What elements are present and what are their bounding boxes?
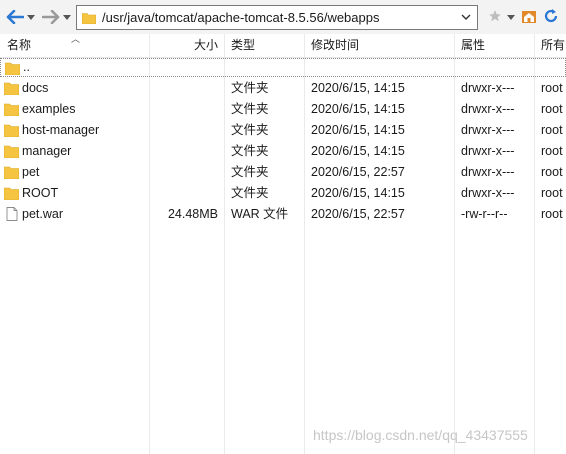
file-modified: 2020/6/15, 22:57 [311,207,405,221]
folder-icon [4,145,19,158]
file-size [150,99,218,120]
file-modified: 2020/6/15, 14:15 [311,186,405,200]
file-permissions: drwxr-x--- [461,102,515,116]
file-size [150,141,218,162]
home-icon [522,11,536,23]
bookmark-dropdown[interactable] [506,9,516,25]
file-permissions: drwxr-x--- [461,123,515,137]
back-button[interactable] [4,7,26,27]
file-name: host-manager [22,123,100,137]
folder-icon [5,62,20,75]
star-icon [489,10,501,22]
column-size[interactable]: 大小 [150,34,218,58]
file-name: pet.war [22,207,63,221]
file-name: ROOT [22,186,59,200]
file-row[interactable]: ROOT 文件夹 2020/6/15, 14:15 drwxr-x--- root [0,183,566,204]
back-history-dropdown[interactable] [26,9,36,25]
watermark: https://blog.csdn.net/qq_43437555 [313,427,528,443]
file-name: examples [22,102,76,116]
file-size [150,183,218,204]
refresh-icon [544,9,558,23]
toolbar: /usr/java/tomcat/apache-tomcat-8.5.56/we… [0,0,566,34]
file-size [150,162,218,183]
file-row[interactable]: pet 文件夹 2020/6/15, 22:57 drwxr-x--- root [0,162,566,183]
forward-dropdown-icon [63,14,71,20]
column-owner[interactable]: 所有 [541,34,565,58]
file-owner: root [541,165,563,179]
file-name: .. [23,60,30,74]
address-bar[interactable]: /usr/java/tomcat/apache-tomcat-8.5.56/we… [76,5,478,30]
file-owner: root [541,81,563,95]
column-name[interactable]: 名称 [7,34,31,58]
file-size [150,78,218,99]
file-modified: 2020/6/15, 14:15 [311,102,405,116]
chevron-down-icon [507,14,515,20]
file-row[interactable]: manager 文件夹 2020/6/15, 14:15 drwxr-x--- root [0,141,566,162]
chevron-down-icon[interactable] [461,12,471,22]
file-modified: 2020/6/15, 14:15 [311,123,405,137]
file-icon [6,207,18,221]
file-size [150,120,218,141]
file-type: 文件夹 [231,102,269,116]
file-modified: 2020/6/15, 22:57 [311,165,405,179]
parent-directory-row[interactable]: .. [0,58,566,77]
file-permissions: -rw-r--r-- [461,207,508,221]
file-permissions: drwxr-x--- [461,81,515,95]
address-path[interactable]: /usr/java/tomcat/apache-tomcat-8.5.56/we… [102,10,379,25]
file-owner: root [541,207,563,221]
file-owner: root [541,102,563,116]
folder-icon [4,166,19,179]
folder-icon [82,12,96,24]
file-row[interactable]: examples 文件夹 2020/6/15, 14:15 drwxr-x--- roo… [0,99,566,120]
column-permissions[interactable]: 属性 [461,34,485,58]
folder-icon [4,187,19,200]
file-row[interactable]: docs 文件夹 2020/6/15, 14:15 drwxr-x--- root [0,78,566,99]
forward-history-dropdown[interactable] [62,9,72,25]
file-name: manager [22,144,72,158]
file-name: pet [22,165,40,179]
file-permissions: drwxr-x--- [461,144,515,158]
file-type: 文件夹 [231,81,269,95]
file-type: 文件夹 [231,186,269,200]
bookmark-button[interactable] [487,8,503,24]
file-type: 文件夹 [231,144,269,158]
file-modified: 2020/6/15, 14:15 [311,81,405,95]
home-button[interactable] [521,8,537,24]
file-row[interactable]: pet.war 24.48MB WAR 文件 2020/6/15, 22:57 -rw-… [0,204,566,225]
file-permissions: drwxr-x--- [461,165,515,179]
file-type: 文件夹 [231,123,269,137]
file-row[interactable]: host-manager 文件夹 2020/6/15, 14:15 drwxr-x--… [0,120,566,141]
folder-icon [4,103,19,116]
refresh-button[interactable] [543,8,559,24]
file-type: WAR 文件 [231,207,289,221]
file-permissions: drwxr-x--- [461,186,515,200]
file-owner: root [541,186,563,200]
file-modified: 2020/6/15, 14:15 [311,144,405,158]
file-owner: root [541,144,563,158]
column-type[interactable]: 类型 [231,34,255,58]
file-name: docs [22,81,49,95]
forward-button[interactable] [40,7,62,27]
forward-arrow-icon [42,10,60,24]
file-size: 24.48MB [167,207,218,221]
column-modified[interactable]: 修改时间 [311,34,359,58]
folder-icon [4,124,19,137]
column-header: 名称 ︿ 大小 类型 修改时间 属性 所有 [0,34,566,58]
folder-icon [4,82,19,95]
back-arrow-icon [6,10,24,24]
sort-ascending-icon: ︿ [71,34,81,44]
file-type: 文件夹 [231,165,269,179]
file-owner: root [541,123,563,137]
back-dropdown-icon [27,14,35,20]
